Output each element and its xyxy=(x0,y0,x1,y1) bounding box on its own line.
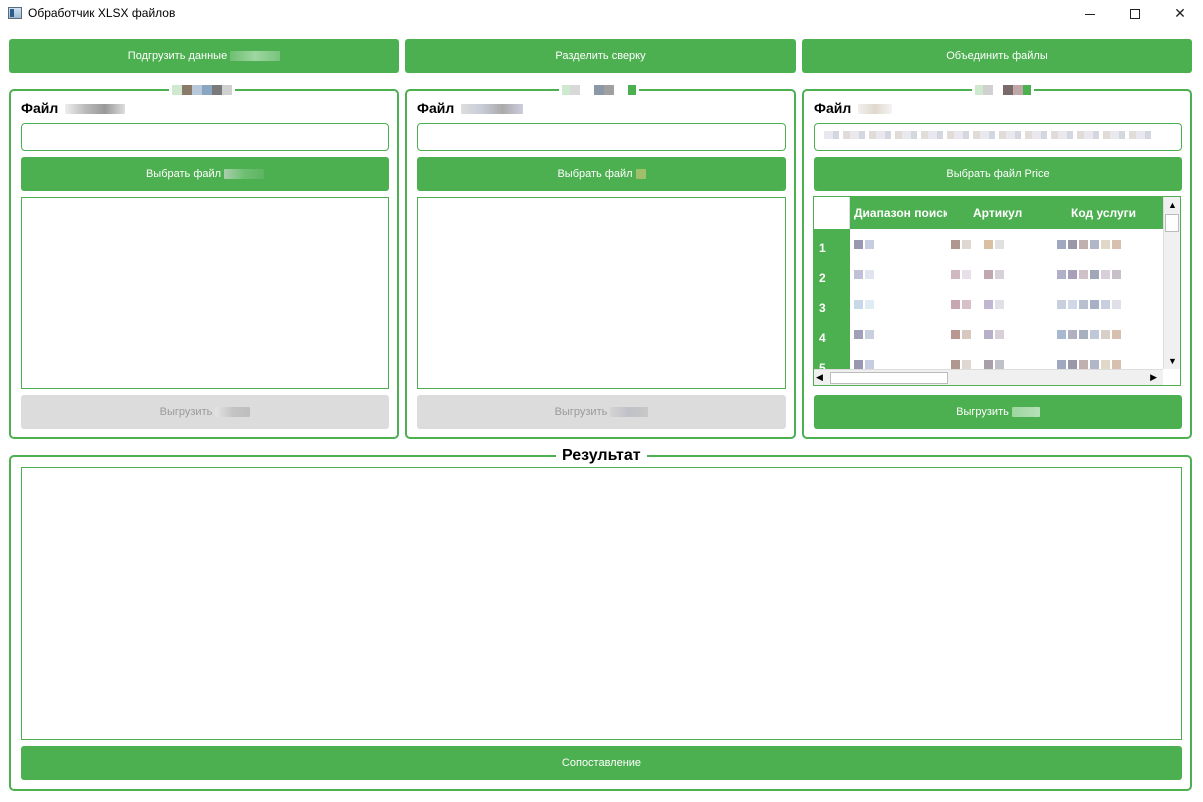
file-label-3: Файл xyxy=(814,100,893,116)
choose-price-file-button[interactable]: Выбрать файл Price xyxy=(814,157,1182,191)
redacted-text xyxy=(635,169,646,179)
split-button[interactable]: Разделить сверку xyxy=(405,39,796,73)
merge-button[interactable]: Объединить файлы xyxy=(802,39,1192,73)
title-bar: Обработчик XLSX файлов ✕ xyxy=(0,0,1203,28)
redacted-text xyxy=(824,131,1154,140)
table-cell[interactable] xyxy=(850,319,947,349)
column-header-range[interactable]: Диапазон поиска xyxy=(850,197,947,229)
scroll-left-icon[interactable]: ◀ xyxy=(816,372,823,383)
panel-file-1: Файл Выбрать файл Выгрузить xyxy=(9,83,399,439)
match-label: Сопоставление xyxy=(561,757,642,769)
table-cell[interactable] xyxy=(850,289,947,319)
row-header[interactable]: 4 xyxy=(814,319,850,349)
column-header-article[interactable]: Артикул xyxy=(947,197,1053,229)
choose-file-button-2[interactable]: Выбрать файл xyxy=(417,157,786,191)
table-vertical-scrollbar[interactable]: ▲ ▼ xyxy=(1163,197,1180,369)
row-header[interactable]: 1 xyxy=(814,229,850,259)
table-row[interactable]: 2 xyxy=(814,259,1163,289)
export-label-2: Выгрузить xyxy=(554,406,608,418)
export-label-1: Выгрузить xyxy=(159,406,213,418)
redacted-text xyxy=(461,104,524,115)
app-icon xyxy=(8,7,22,19)
maximize-button[interactable] xyxy=(1112,0,1158,28)
table-body: 1 2 3 4 5 xyxy=(814,229,1163,379)
redacted-text xyxy=(215,407,251,417)
minimize-button[interactable] xyxy=(1067,0,1113,28)
redacted-text xyxy=(858,104,893,115)
table-cell[interactable] xyxy=(850,229,947,259)
choose-file-button-1[interactable]: Выбрать файл xyxy=(21,157,389,191)
column-header-service-code[interactable]: Код услуги xyxy=(1053,197,1163,229)
table-header: Диапазон поиска Артикул Код услуги xyxy=(850,197,1163,229)
file-label-1: Файл xyxy=(21,100,126,116)
load-data-label: Подгрузить данные xyxy=(127,50,228,62)
redacted-text xyxy=(230,51,281,61)
table-cell[interactable] xyxy=(850,259,947,289)
panel-title-redacted xyxy=(559,83,639,97)
table-cell[interactable] xyxy=(1053,319,1163,349)
table-cell[interactable] xyxy=(947,229,1053,259)
scroll-thumb[interactable] xyxy=(1165,214,1179,232)
result-text-area[interactable] xyxy=(21,467,1182,740)
redacted-text xyxy=(65,104,126,115)
table-cell[interactable] xyxy=(947,289,1053,319)
table-horizontal-scrollbar[interactable]: ◀ ▶ xyxy=(814,369,1163,385)
export-button-1[interactable]: Выгрузить xyxy=(21,395,389,429)
choose-file-label-1: Выбрать файл xyxy=(145,168,222,180)
row-header[interactable]: 2 xyxy=(814,259,850,289)
choose-file-label-2: Выбрать файл xyxy=(557,168,633,180)
table-cell[interactable] xyxy=(947,319,1053,349)
redacted-text xyxy=(610,407,649,417)
table-row[interactable]: 3 xyxy=(814,289,1163,319)
export-button-3[interactable]: Выгрузить xyxy=(814,395,1182,429)
panel-title-redacted xyxy=(972,83,1034,97)
file-label-2: Файл xyxy=(417,100,524,116)
load-data-button[interactable]: Подгрузить данные xyxy=(9,39,399,73)
redacted-text xyxy=(1011,407,1040,417)
scroll-right-icon[interactable]: ▶ xyxy=(1150,372,1157,383)
scroll-thumb[interactable] xyxy=(830,372,948,384)
file-path-input-2[interactable] xyxy=(417,123,786,151)
merge-label: Объединить файлы xyxy=(946,50,1048,62)
choose-price-file-label: Выбрать файл Price xyxy=(946,168,1050,180)
close-button[interactable]: ✕ xyxy=(1157,0,1203,28)
export-button-2[interactable]: Выгрузить xyxy=(417,395,786,429)
table-row[interactable]: 1 xyxy=(814,229,1163,259)
table-cell[interactable] xyxy=(1053,259,1163,289)
match-button[interactable]: Сопоставление xyxy=(21,746,1182,780)
row-header[interactable]: 3 xyxy=(814,289,850,319)
file-preview-area-1[interactable] xyxy=(21,197,389,389)
table-cell[interactable] xyxy=(1053,289,1163,319)
window-title: Обработчик XLSX файлов xyxy=(28,6,176,20)
result-legend: Результат xyxy=(556,447,647,465)
table-corner[interactable] xyxy=(814,197,850,229)
scroll-up-icon[interactable]: ▲ xyxy=(1164,197,1180,213)
result-panel: Результат Сопоставление xyxy=(9,447,1192,791)
table-cell[interactable] xyxy=(947,259,1053,289)
table-cell[interactable] xyxy=(1053,229,1163,259)
panel-title-redacted xyxy=(169,83,235,97)
split-label: Разделить сверку xyxy=(555,50,646,62)
minimize-icon xyxy=(1085,13,1095,15)
table-row[interactable]: 4 xyxy=(814,319,1163,349)
maximize-icon xyxy=(1130,9,1140,19)
file-path-input-1[interactable] xyxy=(21,123,389,151)
panel-file-2: Файл Выбрать файл Выгрузить xyxy=(405,83,796,439)
close-icon: ✕ xyxy=(1174,6,1186,22)
file-path-input-3[interactable] xyxy=(814,123,1182,151)
scroll-down-icon[interactable]: ▼ xyxy=(1164,353,1180,369)
export-label-3: Выгрузить xyxy=(956,406,1009,418)
file-preview-area-2[interactable] xyxy=(417,197,786,389)
price-table[interactable]: Диапазон поиска Артикул Код услуги 1 2 3… xyxy=(813,196,1181,386)
redacted-text xyxy=(224,169,265,179)
